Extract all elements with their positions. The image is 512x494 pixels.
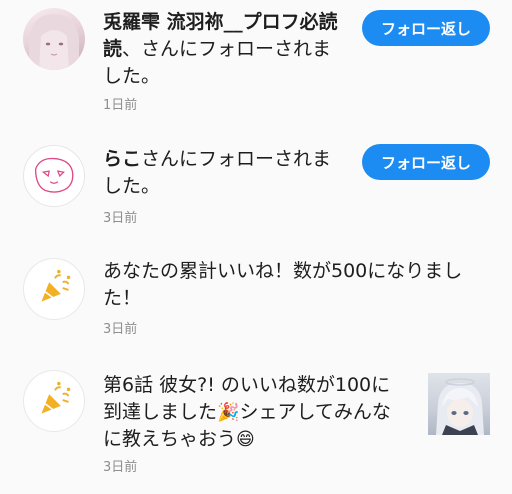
notification-item-follow-2[interactable]: らこさんにフォローされま した。 3日前 フォロー返し (0, 120, 512, 238)
notification-item-episode-likes[interactable]: 第6話 彼女?! のいいね数が100に 到達しました🎉シェアしてみんな に教えち… (0, 350, 512, 494)
party-popper-icon (41, 381, 71, 414)
notification-message: 、さんにフォローされま (122, 38, 332, 60)
user-name[interactable]: 兎羅雫 流羽祢__プロフ必読 (103, 11, 338, 33)
notification-message-end: した。 (103, 65, 161, 87)
notification-text: らこさんにフォローされま した。 (103, 146, 331, 200)
notification-text: あなたの累計いいね！数が500になりまし た！ (103, 258, 462, 312)
timestamp: 3日前 (103, 460, 138, 475)
follow-back-button[interactable]: フォロー返し (362, 10, 490, 46)
notification-item-likes-milestone[interactable]: あなたの累計いいね！数が500になりまし た！ 3日前 (0, 238, 512, 350)
notification-message-end: に教えちゃおう (103, 428, 237, 450)
party-popper-emoji-icon: 🎉 (217, 402, 240, 423)
timestamp: 3日前 (103, 322, 138, 337)
timestamp: 1日前 (103, 98, 138, 113)
notification-avatar (23, 258, 85, 320)
notification-message: さんにフォローされま (141, 148, 332, 170)
user-name-continued: 読 (103, 38, 123, 60)
user-avatar-drawing-icon (34, 157, 74, 193)
notification-message-end: した。 (103, 175, 161, 197)
episode-thumbnail[interactable] (428, 373, 490, 435)
party-popper-icon (41, 269, 71, 302)
notification-message-part: シェアしてみんな (239, 401, 391, 423)
user-avatar-photo-icon (29, 14, 79, 70)
notification-message: あなたの累計いいね！数が500になりまし (103, 260, 463, 282)
follow-back-button[interactable]: フォロー返し (362, 144, 490, 180)
episode-thumbnail-icon (436, 378, 484, 435)
notification-item-follow-1[interactable]: 兎羅雫 流羽祢__プロフ必読 読、さんにフォローされま した。 1日前 フォロー… (0, 0, 512, 120)
user-avatar[interactable] (23, 8, 85, 70)
notification-message-end: た！ (103, 287, 142, 309)
user-avatar[interactable] (23, 145, 85, 207)
notification-text: 兎羅雫 流羽祢__プロフ必読 読、さんにフォローされま した。 (103, 9, 338, 90)
notification-message: 第6話 彼女?! のいいね数が100に (103, 374, 391, 396)
notification-message-part: 到達しました (103, 401, 218, 423)
timestamp: 3日前 (103, 211, 138, 226)
notification-avatar (23, 370, 85, 432)
notification-text: 第6話 彼女?! のいいね数が100に 到達しました🎉シェアしてみんな に教えち… (103, 372, 391, 453)
smiling-face-emoji-icon: 😄 (236, 429, 255, 450)
user-name[interactable]: らこ (103, 148, 141, 170)
